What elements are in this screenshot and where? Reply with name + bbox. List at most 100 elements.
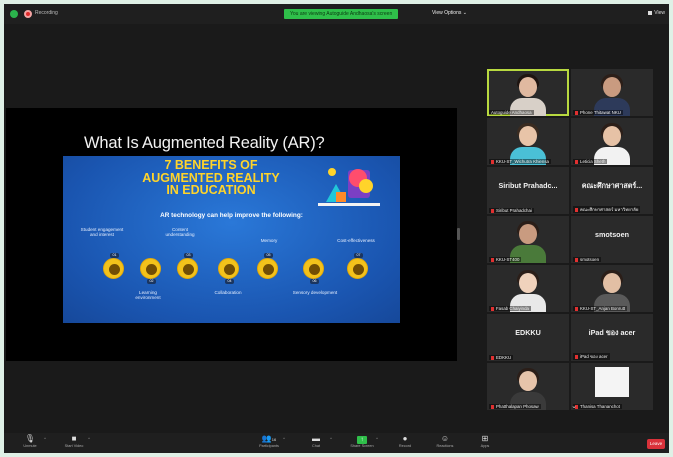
participants-button[interactable]: 👥16 Participants ^ <box>249 434 289 448</box>
benefit-icon-4: 04 <box>218 258 239 284</box>
benefit-number: 02 <box>147 279 156 284</box>
gear-icon <box>224 264 235 275</box>
muted-mic-icon <box>491 209 494 213</box>
hands-icon <box>309 264 320 275</box>
infographic-subtitle: AR technology can help improve the follo… <box>160 212 303 219</box>
recording-icon <box>24 10 32 18</box>
reactions-icon: ☺ <box>440 434 450 443</box>
ar-illustration-icon <box>318 168 380 206</box>
leave-button[interactable]: Leave <box>647 439 665 449</box>
viewing-screen-banner: You are viewing Autoguide Andhaosa's scr… <box>284 9 399 19</box>
participant-video <box>507 122 549 165</box>
participant-tile[interactable]: Leticia Sheth <box>571 118 653 165</box>
record-button[interactable]: ● Record <box>385 434 425 448</box>
participant-tile[interactable]: KKU-ST_Anjan Bonrutt <box>571 265 653 312</box>
participant-name: Siribut Prahadchai <box>489 208 534 213</box>
meeting-toolbar: 🎙 Unmute ^ ■ Start Video ^ 👥16 Participa… <box>4 433 669 453</box>
chevron-up-icon[interactable]: ^ <box>44 436 46 441</box>
unmute-button[interactable]: 🎙 Unmute ^ <box>10 434 50 448</box>
slide-title: What Is Augmented Reality (AR)? <box>84 134 325 152</box>
start-video-button[interactable]: ■ Start Video ^ <box>54 434 94 448</box>
share-screen-button[interactable]: ↑ Share Screen ^ <box>342 434 382 448</box>
muted-mic-icon <box>491 405 494 409</box>
participant-video <box>591 122 633 165</box>
reactions-label: Reactions <box>436 444 454 448</box>
benefit-number: 05 <box>264 253 273 258</box>
reactions-button[interactable]: ☺ Reactions <box>425 434 465 448</box>
participant-tile[interactable]: KKU-ST_Wichutra Khiensa <box>487 118 569 165</box>
participant-tile[interactable]: Fasab Chaiyinda <box>487 265 569 312</box>
participant-video <box>507 367 549 410</box>
people-icon <box>109 264 120 275</box>
participant-name: Leticia Sheth <box>573 159 608 164</box>
participant-tile[interactable]: Phone Thitawat NKU <box>571 69 653 116</box>
participant-tile[interactable]: Thanisa Thananchot <box>571 363 653 410</box>
benefit-number: 03 <box>184 253 193 258</box>
participant-name: Fasab Chaiyinda <box>489 306 531 311</box>
participant-tile[interactable]: EDKKU EDKKU <box>487 314 569 361</box>
benefit-number: 01 <box>110 253 119 258</box>
lightbulb-icon <box>263 264 274 275</box>
benefit-label-engagement: Student engagement and interest <box>80 227 124 238</box>
benefit-label-collaboration: Collaboration <box>214 290 242 295</box>
ar-benefits-infographic: 7 BENEFITS OF AUGMENTED REALITY IN EDUCA… <box>63 156 400 323</box>
view-options-dropdown[interactable]: View Options ⌄ <box>432 10 467 16</box>
muted-mic-icon <box>575 160 578 164</box>
chat-button[interactable]: ▬ Chat ^ <box>296 434 336 448</box>
participant-video <box>507 220 549 263</box>
participant-video <box>507 269 549 312</box>
coin-icon <box>353 264 364 275</box>
benefit-icon-3: 03 <box>177 253 198 279</box>
participant-tile[interactable]: KKU-ST400 <box>487 216 569 263</box>
tablet-icon <box>146 264 157 275</box>
benefit-icon-2: 02 <box>140 258 161 284</box>
start-video-label: Start Video <box>64 444 84 448</box>
benefit-number: 06 <box>310 279 319 284</box>
muted-mic-icon <box>575 258 578 262</box>
chevron-down-icon: ⌄ <box>462 10 467 16</box>
participants-count: 16 <box>271 437 277 442</box>
participant-name: คณะศึกษาศาสตร์ มหาวิทยาลัย <box>573 206 641 213</box>
participant-name: KKU-ST400 <box>489 257 522 262</box>
muted-mic-icon <box>575 111 578 115</box>
participant-tile[interactable]: คณะศึกษาศาสตร์... คณะศึกษาศาสตร์ มหาวิทย… <box>571 167 653 214</box>
participant-tile[interactable]: Phatthalapan Phosaw <box>487 363 569 410</box>
benefit-label-sensory: Sensory development <box>292 290 338 295</box>
participant-display-name: Siribut Prahadc... <box>498 181 558 190</box>
participant-tile[interactable]: smotsoen smotsoen <box>571 216 653 263</box>
participant-display-name: smotsoen <box>595 230 629 239</box>
top-bar: Recording You are viewing Autoguide Andh… <box>4 4 669 24</box>
record-icon: ● <box>402 434 408 443</box>
unmute-label: Unmute <box>23 444 37 448</box>
security-shield-icon[interactable] <box>10 10 18 18</box>
participant-name: iPad ของ acer <box>573 353 610 360</box>
benefit-icon-7: 07 <box>347 253 368 279</box>
split-resize-handle[interactable] <box>457 228 460 240</box>
chevron-up-icon[interactable]: ^ <box>330 436 332 441</box>
participant-video <box>591 73 633 116</box>
view-button[interactable]: View <box>648 10 665 16</box>
chevron-up-icon[interactable]: ^ <box>376 436 378 441</box>
participant-tile[interactable]: Autoguide Andhaosa <box>487 69 569 116</box>
gallery-next-page-button[interactable]: ⌄ <box>565 402 583 412</box>
muted-mic-icon <box>575 355 578 359</box>
chevron-up-icon[interactable]: ^ <box>283 436 285 441</box>
benefit-label-understanding: Content understanding <box>165 227 195 238</box>
zoom-meeting-window: Recording You are viewing Autoguide Andh… <box>4 4 669 453</box>
muted-mic-icon <box>491 307 494 311</box>
benefit-icon-1: 01 <box>103 253 124 279</box>
participant-display-name: คณะศึกษาศาสตร์... <box>581 181 643 190</box>
participant-tile[interactable]: Siribut Prahadc... Siribut Prahadchai <box>487 167 569 214</box>
participant-name: KKU-ST_Anjan Bonrutt <box>573 306 628 311</box>
participant-video <box>507 73 549 116</box>
participant-name: KKU-ST_Wichutra Khiensa <box>489 159 551 164</box>
chevron-up-icon[interactable]: ^ <box>88 436 90 441</box>
participant-display-name: iPad ของ acer <box>588 328 636 337</box>
participant-tile[interactable]: iPad ของ acer iPad ของ acer <box>571 314 653 361</box>
participant-name: Autoguide Andhaosa <box>489 110 534 115</box>
apps-icon: ⊞ <box>481 434 489 443</box>
grid-view-icon <box>648 10 653 15</box>
apps-button[interactable]: ⊞ Apps <box>465 434 505 448</box>
infographic-title: 7 BENEFITS OF AUGMENTED REALITY IN EDUCA… <box>142 158 280 197</box>
participant-name: Phone Thitawat NKU <box>573 110 623 115</box>
